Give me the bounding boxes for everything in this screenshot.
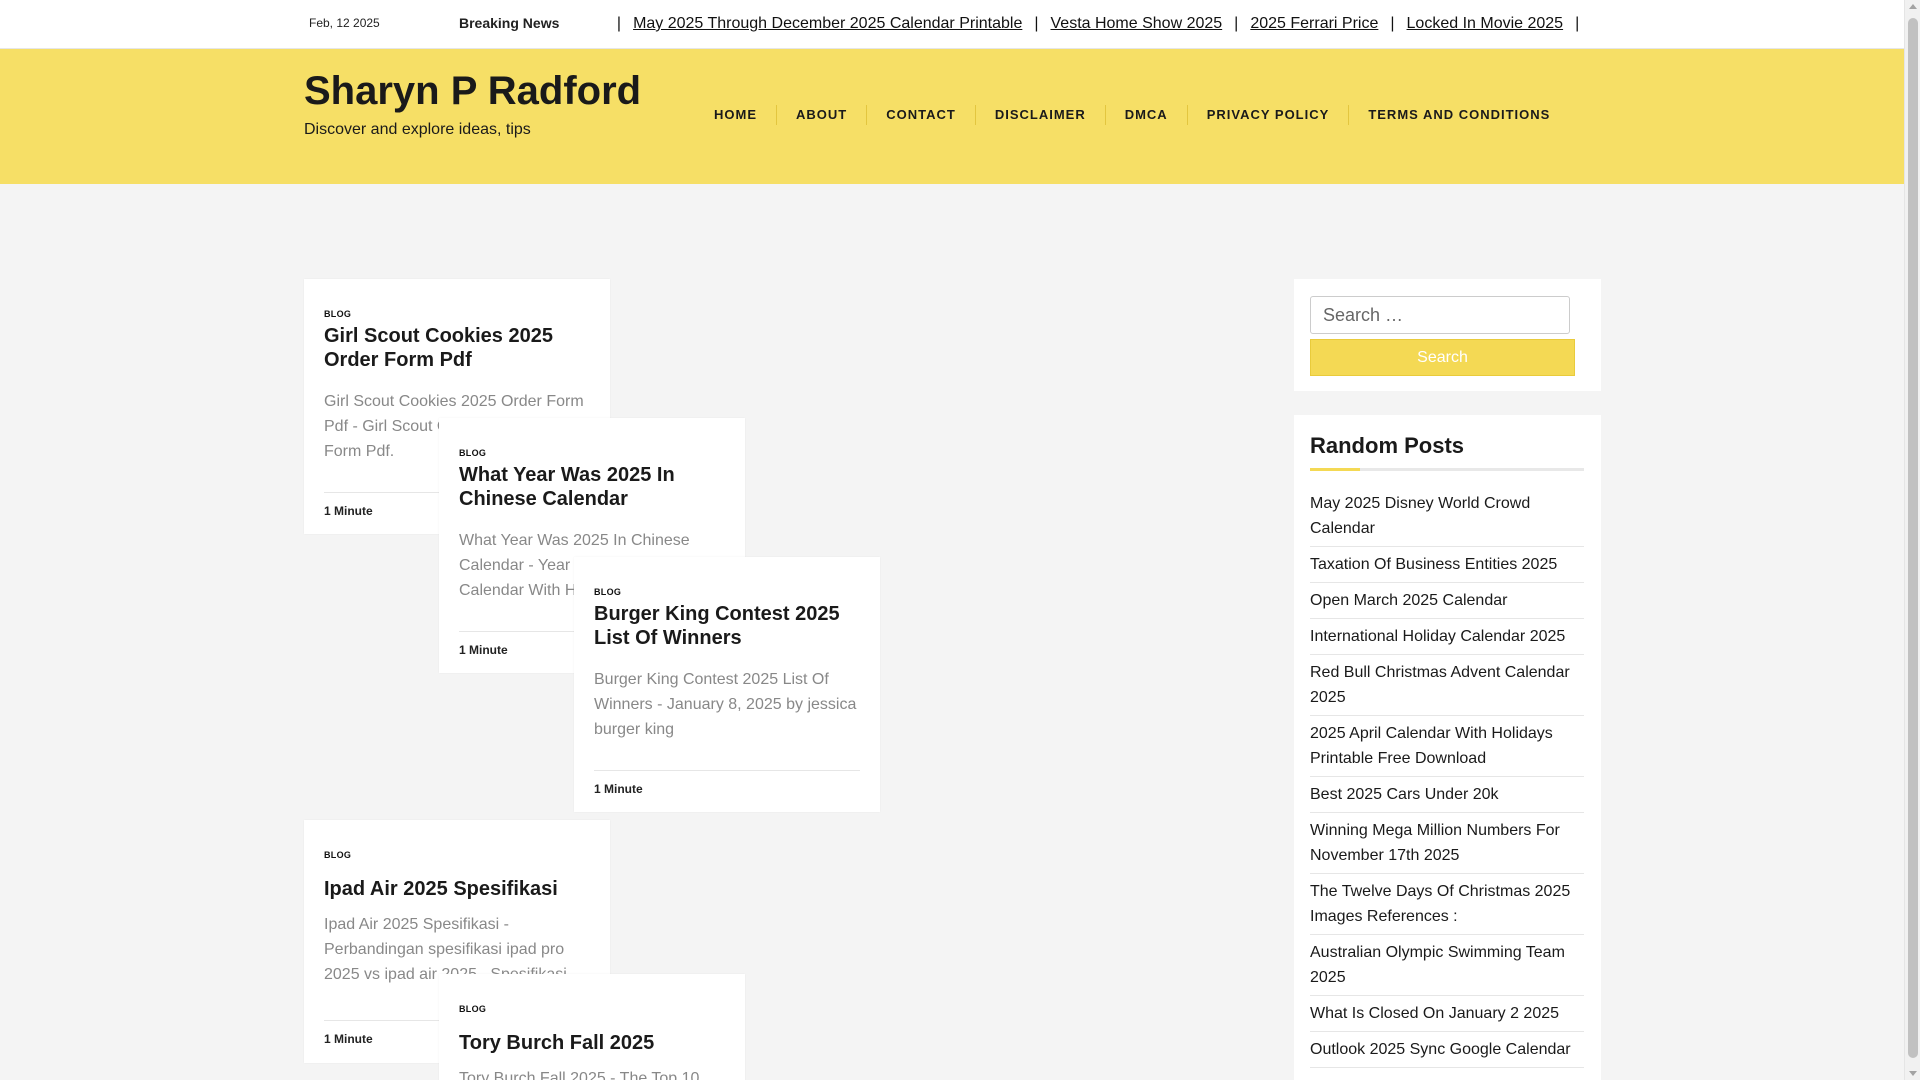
post-excerpt: Tory Burch Fall 2025 - The Top 10 <box>459 1070 700 1080</box>
random-post-link[interactable]: International Holiday Calendar 2025 <box>1310 624 1584 655</box>
post-excerpt: Burger King Contest 2025 List Of Winners… <box>594 671 857 738</box>
random-posts-heading: Random Posts <box>1310 433 1465 458</box>
post-card: BLOG Burger King Contest 2025 List Of Wi… <box>574 557 880 812</box>
random-post-link[interactable]: What Is Closed On January 2 2025 <box>1310 1001 1584 1032</box>
ticker-separator: | <box>1034 15 1039 32</box>
site-header: Sharyn P Radford Discover and explore id… <box>0 49 1904 184</box>
random-posts-widget: Random Posts May 2025 Disney World Crowd… <box>1294 415 1601 1080</box>
ticker-link[interactable]: Locked In Movie 2025 <box>1407 15 1564 33</box>
nav-terms-and-conditions[interactable]: TERMS AND CONDITIONS <box>1349 105 1569 125</box>
main-navigation: HOME ABOUT CONTACT DISCLAIMER DMCA PRIVA… <box>695 105 1569 125</box>
scroll-up-arrow-icon[interactable] <box>1909 4 1917 9</box>
random-post-link[interactable]: 2025 April Calendar With Holidays Printa… <box>1310 721 1584 777</box>
nav-dmca[interactable]: DMCA <box>1106 105 1188 125</box>
page-scrollbar[interactable] <box>1904 0 1920 1080</box>
post-title[interactable]: Tory Burch Fall 2025 <box>459 1031 729 1055</box>
post-category[interactable]: BLOG <box>459 1004 486 1014</box>
top-bar: Feb, 12 2025 Breaking News 5|May 2025 Th… <box>0 0 1904 49</box>
current-date: Feb, 12 2025 <box>309 16 380 30</box>
random-post-link[interactable]: Winning Mega Million Numbers For Novembe… <box>1310 818 1584 874</box>
random-post-link[interactable]: Taxation Of Business Entities 2025 <box>1310 552 1584 583</box>
search-widget: Search <box>1294 279 1601 391</box>
post-read-time: 1 Minute <box>594 770 860 796</box>
ticker-link[interactable]: 2025 Ferrari Price <box>1250 15 1378 33</box>
ticker-link[interactable]: May 2025 Through December 2025 Calendar … <box>633 15 1022 33</box>
search-input[interactable] <box>1310 296 1570 334</box>
scrollbar-thumb[interactable] <box>1908 18 1918 1058</box>
nav-contact[interactable]: CONTACT <box>867 105 976 125</box>
nav-disclaimer[interactable]: DISCLAIMER <box>976 105 1106 125</box>
heading-divider-accent <box>1310 468 1360 471</box>
random-post-link[interactable]: Australian Olympic Swimming Team 2025 <box>1310 940 1584 996</box>
nav-home[interactable]: HOME <box>695 105 777 125</box>
post-title[interactable]: Ipad Air 2025 Spesifikasi <box>324 877 594 901</box>
post-title[interactable]: Burger King Contest 2025 List Of Winners <box>594 602 864 650</box>
post-category[interactable]: BLOG <box>459 448 486 458</box>
ticker-separator: | <box>616 15 622 32</box>
nav-about[interactable]: ABOUT <box>777 105 868 125</box>
breaking-news-ticker: 5|May 2025 Through December 2025 Calenda… <box>610 0 1600 49</box>
ticker-track: 5|May 2025 Through December 2025 Calenda… <box>610 15 1591 33</box>
post-category[interactable]: BLOG <box>594 587 621 597</box>
heading-divider <box>1310 468 1584 471</box>
random-post-link[interactable]: Open March 2025 Calendar <box>1310 588 1584 619</box>
random-post-link[interactable]: Best 2025 Cars Under 20k <box>1310 782 1584 813</box>
post-category[interactable]: BLOG <box>324 850 351 860</box>
random-posts-list: May 2025 Disney World Crowd Calendar Tax… <box>1310 491 1584 1073</box>
post-card: BLOG Tory Burch Fall 2025 Tory Burch Fal… <box>439 974 745 1080</box>
ticker-separator: | <box>1575 15 1580 32</box>
breaking-news-label: Breaking News <box>459 15 560 31</box>
search-button[interactable]: Search <box>1310 339 1575 376</box>
ticker-separator: | <box>1234 15 1239 32</box>
random-post-link[interactable]: Outlook 2025 Sync Google Calendar <box>1310 1037 1584 1068</box>
post-title[interactable]: Girl Scout Cookies 2025 Order Form Pdf <box>324 324 594 372</box>
ticker-separator: | <box>1390 15 1395 32</box>
site-tagline: Discover and explore ideas, tips <box>304 121 531 138</box>
post-category[interactable]: BLOG <box>324 309 351 319</box>
post-title[interactable]: What Year Was 2025 In Chinese Calendar <box>459 463 729 511</box>
nav-privacy-policy[interactable]: PRIVACY POLICY <box>1188 105 1350 125</box>
random-post-link[interactable]: The Twelve Days Of Christmas 2025 Images… <box>1310 879 1584 935</box>
random-post-link[interactable]: May 2025 Disney World Crowd Calendar <box>1310 491 1584 547</box>
site-title[interactable]: Sharyn P Radford <box>304 69 641 114</box>
ticker-link[interactable]: Vesta Home Show 2025 <box>1051 15 1223 33</box>
scroll-down-arrow-icon[interactable] <box>1909 1071 1917 1076</box>
random-post-link[interactable]: Red Bull Christmas Advent Calendar 2025 <box>1310 660 1584 716</box>
